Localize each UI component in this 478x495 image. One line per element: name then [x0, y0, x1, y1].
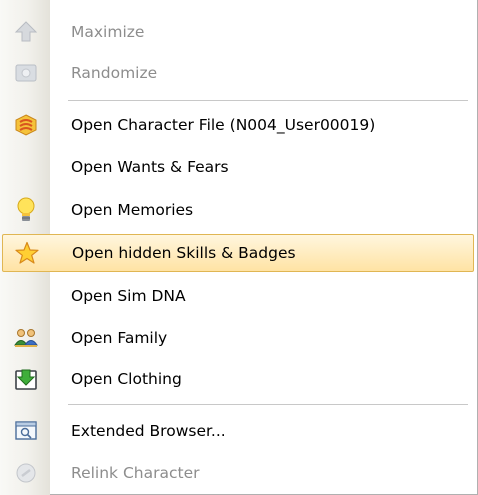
menu-item-label: Maximize	[71, 23, 145, 41]
relink-icon	[8, 458, 44, 488]
menu-item-open-hidden-skills-badges[interactable]: Open hidden Skills & Badges	[2, 234, 474, 272]
family-icon	[8, 323, 44, 353]
menu-item-label: Open Family	[71, 329, 168, 347]
context-menu: Maximize Randomize Open Character File (…	[0, 0, 478, 495]
menu-item-label: Open hidden Skills & Badges	[72, 244, 296, 262]
menu-item-open-wants-fears[interactable]: Open Wants & Fears	[2, 150, 474, 184]
menu-item-open-sim-dna[interactable]: Open Sim DNA	[2, 279, 474, 313]
menu-item-label: Open Sim DNA	[71, 287, 186, 305]
menu-item-label: Open Wants & Fears	[71, 158, 229, 176]
menu-item-maximize[interactable]: Maximize	[2, 16, 474, 48]
menu-separator	[68, 404, 468, 405]
clothing-icon	[8, 364, 44, 394]
menu-item-label: Relink Character	[71, 464, 200, 482]
menu-item-label: Randomize	[71, 64, 158, 82]
menu-item-relink-character[interactable]: Relink Character	[2, 456, 474, 490]
menu-item-label: Extended Browser...	[71, 422, 226, 440]
arrow-up-icon	[8, 17, 44, 47]
lightbulb-icon	[8, 195, 44, 225]
star-icon	[9, 238, 45, 268]
menu-item-extended-browser[interactable]: Extended Browser...	[2, 414, 474, 448]
menu-item-open-family[interactable]: Open Family	[2, 321, 474, 355]
menu-item-open-memories[interactable]: Open Memories	[2, 193, 474, 227]
menu-item-label: Open Character File (N004_User00019)	[71, 116, 376, 134]
menu-item-open-clothing[interactable]: Open Clothing	[2, 362, 474, 396]
menu-item-label: Open Memories	[71, 201, 194, 219]
menu-item-label: Open Clothing	[71, 370, 182, 388]
browser-icon	[8, 416, 44, 446]
menu-separator	[68, 100, 468, 101]
menu-item-open-character-file[interactable]: Open Character File (N004_User00019)	[2, 108, 474, 142]
menu-item-randomize[interactable]: Randomize	[2, 57, 474, 89]
dice-icon	[8, 58, 44, 88]
character-file-icon	[8, 110, 44, 140]
